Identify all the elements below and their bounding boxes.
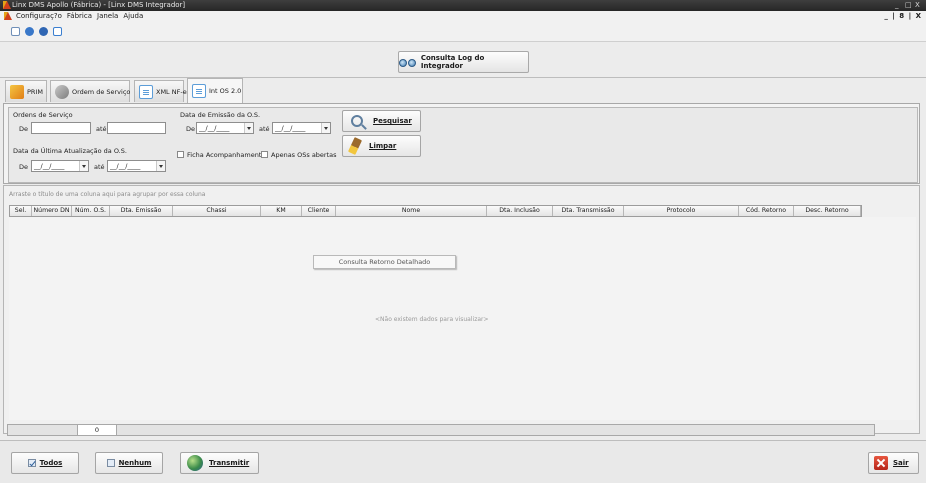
tab-ordem-label: Ordem de Serviço xyxy=(72,87,131,96)
col-dta-transmissao[interactable]: Dta. Transmissão xyxy=(553,206,624,216)
col-nome[interactable]: Nome xyxy=(336,206,487,216)
close-window-button[interactable]: X xyxy=(915,1,920,9)
col-dta-emissao[interactable]: Dta. Emissão xyxy=(110,206,173,216)
nenhum-button[interactable]: Nenhum xyxy=(95,452,163,474)
app-menu-icon[interactable] xyxy=(4,12,12,20)
col-dta-inclusao[interactable]: Dta. Inclusão xyxy=(487,206,553,216)
col-sel[interactable]: Sel. xyxy=(10,206,32,216)
grid-header: Sel. Número DN Núm. O.S. Dta. Emissão Ch… xyxy=(9,205,862,217)
col-cliente[interactable]: Cliente xyxy=(302,206,336,216)
info-icon[interactable] xyxy=(39,27,48,36)
close-icon xyxy=(874,456,888,470)
ordens-ate-input[interactable] xyxy=(107,122,166,134)
gear-icon[interactable] xyxy=(25,27,34,36)
ficha-checkbox[interactable] xyxy=(177,151,184,158)
ficha-label: Ficha Acompanhamento xyxy=(187,151,266,159)
maximize-button[interactable]: □ xyxy=(905,1,912,9)
atualizacao-de-value: __/__/____ xyxy=(34,162,65,170)
prim-icon xyxy=(10,84,24,99)
ordens-de-input[interactable] xyxy=(31,122,91,134)
transmitir-button[interactable]: Transmitir xyxy=(180,452,259,474)
emissao-ate-date[interactable]: __/__/____ xyxy=(272,122,331,134)
col-desc-retorno[interactable]: Desc. Retorno xyxy=(794,206,861,216)
title-bar: Linx DMS Apollo (Fábrica) - [Linx DMS In… xyxy=(0,0,926,11)
checkbox-empty-icon xyxy=(106,459,115,467)
search-icon xyxy=(351,115,363,127)
abertas-label: Apenas OSs abertas xyxy=(271,151,337,159)
tab-int-os-label: Int OS 2.0 xyxy=(209,87,242,95)
pesquisar-button[interactable]: Pesquisar xyxy=(342,110,421,132)
abertas-checkbox[interactable] xyxy=(261,151,268,158)
tab-int-os[interactable]: Int OS 2.0 xyxy=(187,78,243,103)
window-title: Linx DMS Apollo (Fábrica) - [Linx DMS In… xyxy=(12,1,186,9)
atualizacao-ate-label: até xyxy=(94,163,105,171)
todos-button[interactable]: Todos xyxy=(11,452,79,474)
tab-xml-nfe[interactable]: XML NF-e xyxy=(134,80,187,102)
col-cod-retorno[interactable]: Cód. Retorno xyxy=(739,206,794,216)
ordens-ate-label: até xyxy=(96,125,107,133)
col-numero-dn[interactable]: Número DN xyxy=(32,206,72,216)
col-km[interactable]: KM xyxy=(261,206,302,216)
tab-xml-label: XML NF-e xyxy=(156,87,187,96)
grid-footer-count: 0 xyxy=(77,424,117,436)
atualizacao-label: Data da Última Atualização da O.S. xyxy=(13,147,127,155)
atualizacao-de-date[interactable]: __/__/____ xyxy=(31,160,89,172)
consulta-log-button[interactable]: Consulta Log do Integrador xyxy=(398,51,529,73)
group-by-hint[interactable]: Arraste o título de uma coluna aqui para… xyxy=(9,191,205,198)
tab-prim-label: PRIM xyxy=(27,87,43,96)
sair-button[interactable]: Sair xyxy=(868,452,919,474)
tools-icon xyxy=(55,84,69,99)
emissao-label: Data de Emissão da O.S. xyxy=(180,111,261,119)
chevron-down-icon[interactable] xyxy=(79,161,88,171)
emissao-de-date[interactable]: __/__/____ xyxy=(196,122,254,134)
menu-bar: Configuraç?o Fábrica Janela Ajuda _ | 8 … xyxy=(0,11,926,22)
consulta-retorno-menu-item[interactable]: Consulta Retorno Detalhado xyxy=(313,255,456,269)
transmitir-label: Transmitir xyxy=(209,459,250,467)
consulta-log-label: Consulta Log do Integrador xyxy=(420,54,485,70)
atualizacao-ate-date[interactable]: __/__/____ xyxy=(107,160,166,172)
nenhum-label: Nenhum xyxy=(118,459,152,467)
minimize-button[interactable]: _ xyxy=(895,1,899,9)
toolbar xyxy=(0,22,926,42)
chevron-down-icon[interactable] xyxy=(321,123,330,133)
limpar-button[interactable]: Limpar xyxy=(342,135,421,157)
emissao-de-value: __/__/____ xyxy=(199,124,230,132)
menu-ajuda[interactable]: Ajuda xyxy=(123,12,143,20)
col-protocolo[interactable]: Protocolo xyxy=(624,206,739,216)
sair-label: Sair xyxy=(893,459,909,467)
document-icon[interactable] xyxy=(11,27,20,36)
ordens-de-label: De xyxy=(19,125,29,133)
empty-grid-message: <Não existem dados para visualizar> xyxy=(375,316,489,323)
pesquisar-label: Pesquisar xyxy=(373,117,412,125)
checkbox-checked-icon xyxy=(27,459,36,467)
document-icon xyxy=(139,84,153,99)
layout-icon[interactable] xyxy=(53,27,62,36)
col-chassi[interactable]: Chassi xyxy=(173,206,261,216)
chevron-down-icon[interactable] xyxy=(156,161,165,171)
menu-configuracao[interactable]: Configuraç?o xyxy=(16,12,62,20)
mdi-window-controls[interactable]: _ | 8 | X xyxy=(884,12,922,20)
chevron-down-icon[interactable] xyxy=(244,123,253,133)
atualizacao-de-label: De xyxy=(19,163,29,171)
menu-janela[interactable]: Janela xyxy=(97,12,118,20)
binoculars-icon xyxy=(399,56,417,68)
document-icon xyxy=(192,84,206,98)
tab-prim[interactable]: PRIM xyxy=(5,80,47,102)
limpar-label: Limpar xyxy=(369,142,397,150)
col-num-os[interactable]: Núm. O.S. xyxy=(72,206,110,216)
emissao-ate-value: __/__/____ xyxy=(275,124,306,132)
menu-fabrica[interactable]: Fábrica xyxy=(67,12,92,20)
broom-icon xyxy=(347,137,363,155)
app-logo-icon xyxy=(3,1,11,9)
globe-icon xyxy=(187,455,203,471)
todos-label: Todos xyxy=(39,459,63,467)
tab-ordem-de-servico[interactable]: Ordem de Serviço xyxy=(50,80,130,102)
ordens-label: Ordens de Serviço xyxy=(13,111,73,119)
grid-footer xyxy=(7,424,875,436)
atualizacao-ate-value: __/__/____ xyxy=(110,162,141,170)
emissao-ate-label: até xyxy=(259,125,270,133)
emissao-de-label: De xyxy=(186,125,196,133)
